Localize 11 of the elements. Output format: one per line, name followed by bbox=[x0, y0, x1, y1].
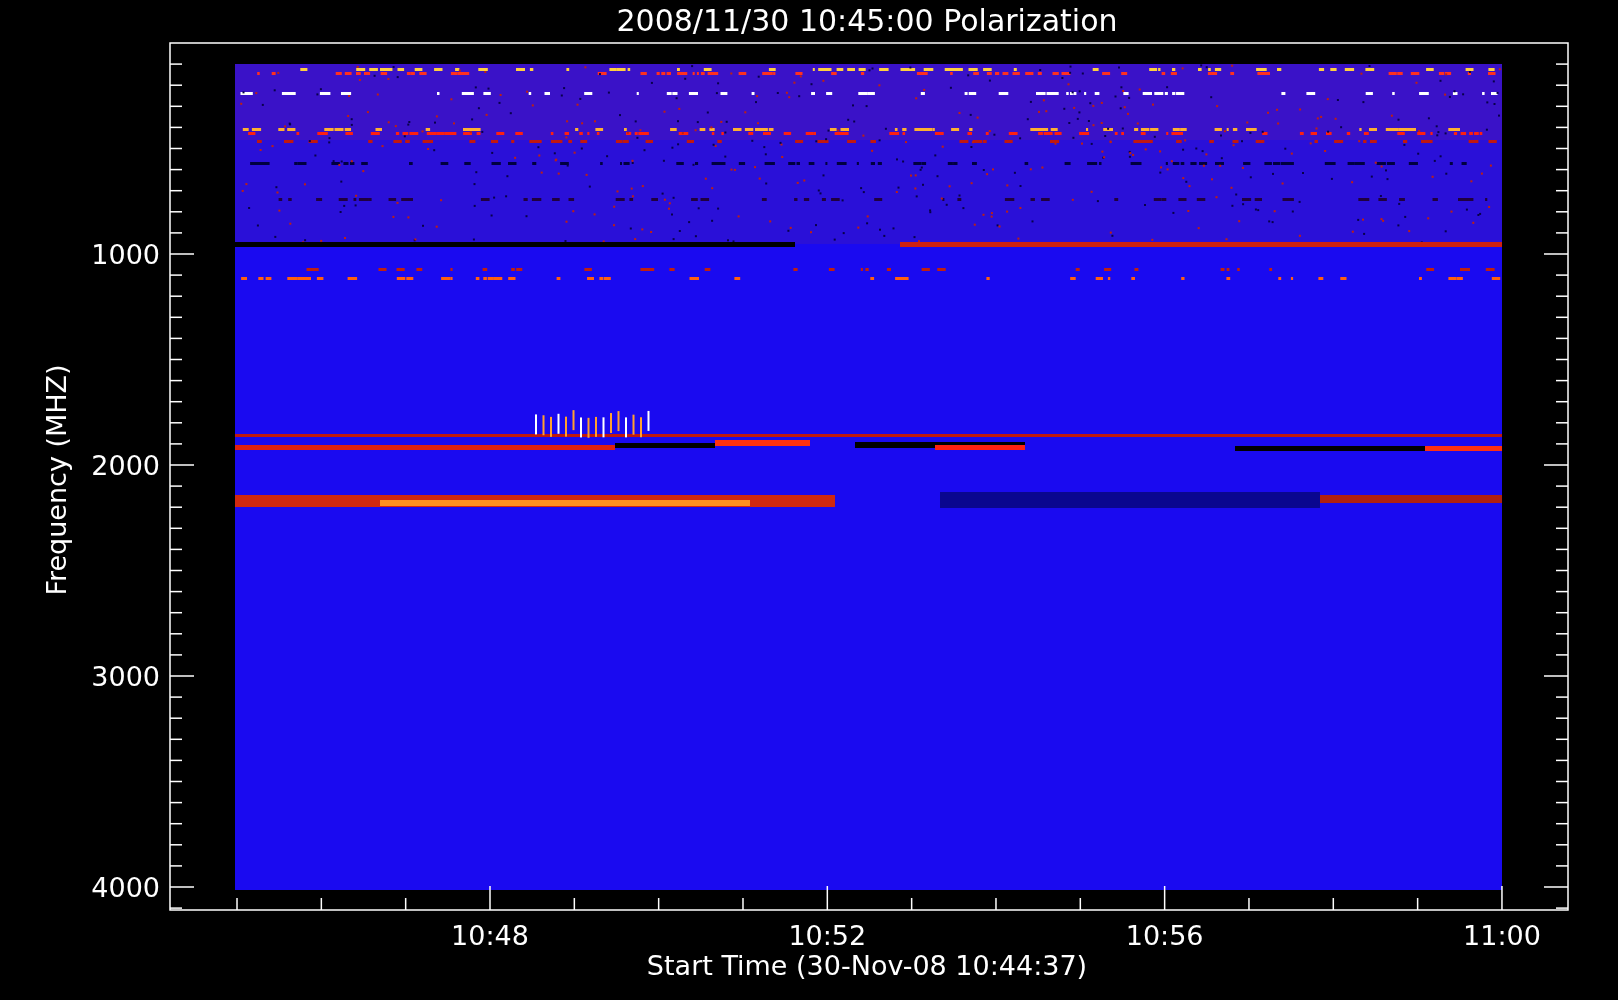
y-tick-label: 2000 bbox=[91, 450, 160, 481]
y-tick-label: 3000 bbox=[91, 661, 160, 692]
x-tick-label: 10:52 bbox=[788, 920, 867, 951]
y-tick-label: 4000 bbox=[91, 872, 160, 903]
x-tick-label: 11:00 bbox=[1463, 920, 1541, 951]
x-tick-label: 10:56 bbox=[1125, 920, 1204, 951]
x-tick-label: 10:48 bbox=[451, 920, 529, 951]
x-axis-title: Start Time (30-Nov-08 10:44:37) bbox=[646, 950, 1088, 981]
y-tick-label: 1000 bbox=[91, 239, 160, 270]
y-axis-title: Frequency (MHZ) bbox=[41, 364, 72, 596]
chart-title: 2008/11/30 10:45:00 Polarization bbox=[616, 3, 1118, 38]
